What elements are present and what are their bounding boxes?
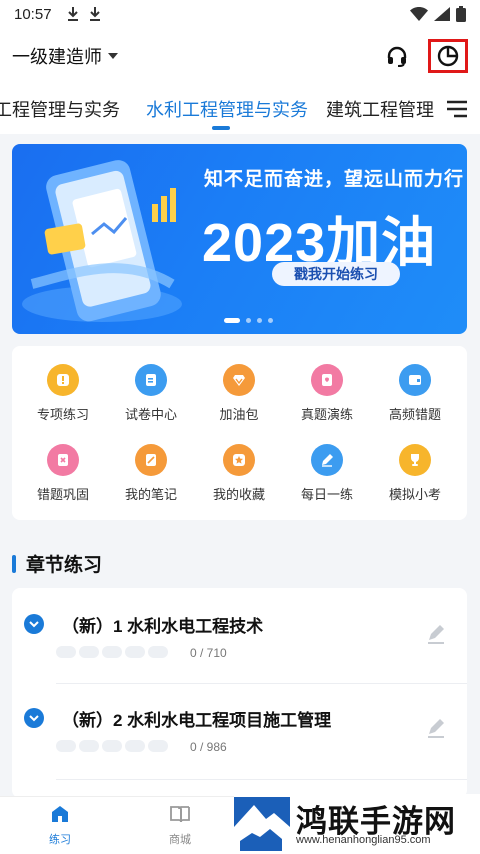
feature-label: 每日一练 — [300, 487, 353, 502]
feature-label: 加油包 — [219, 407, 259, 422]
statistics-button[interactable] — [428, 39, 468, 73]
watermark-url: www.henanhonglian95.com — [296, 834, 431, 846]
download-icon — [89, 7, 100, 21]
promo-banner[interactable]: 知不足而奋进，望远山而力行 2023加油 戳我开始练习 — [12, 144, 467, 334]
app-header: 一级建造师 — [0, 28, 480, 84]
tab-engineering-management[interactable]: 工程管理与实务 — [0, 96, 120, 122]
chapter-progress-count: 0 / 710 — [190, 646, 227, 660]
carousel-dot — [268, 318, 273, 323]
watermark: 鸿联手游网 www.henanhonglian95.com — [234, 794, 480, 854]
chapter-title: （新）2 水利水电工程项目施工管理 — [62, 711, 332, 730]
tabs-menu-button[interactable] — [434, 84, 480, 134]
tab-water-conservancy[interactable]: 水利工程管理与实务 — [146, 96, 308, 122]
carousel-indicator — [224, 318, 273, 323]
chapter-item[interactable]: （新）1 水利水电工程技术 0 / 710 — [12, 588, 467, 684]
chevron-down-icon[interactable] — [108, 53, 118, 59]
feature-grid: 专项练习 试卷中心 加油包 真题演练 高频错题 错题巩固 我的笔记 我的收藏 每… — [12, 346, 467, 520]
nav-practice[interactable]: 练习 — [30, 803, 90, 847]
feature-paper-center[interactable]: 试卷中心 — [107, 364, 195, 423]
chevron-down-icon[interactable] — [24, 614, 44, 634]
banner-slogan: 知不足而奋进，望远山而力行 — [204, 169, 465, 190]
feature-label: 模拟小考 — [388, 487, 441, 502]
daily-practice-icon — [311, 444, 343, 476]
battery-icon — [456, 6, 466, 22]
edit-icon[interactable] — [425, 624, 447, 646]
chapter-progress-bar — [56, 646, 168, 658]
feature-label: 高频错题 — [388, 407, 441, 422]
nav-label: 商城 — [169, 834, 191, 846]
favorites-icon — [223, 444, 255, 476]
chapter-progress-bar — [56, 740, 168, 752]
divider — [56, 779, 467, 780]
feature-label: 错题巩固 — [36, 487, 89, 502]
mistake-review-icon — [47, 444, 79, 476]
chapter-list: （新）1 水利水电工程技术 0 / 710 （新）2 水利水电工程项目施工管理 … — [12, 588, 467, 798]
carousel-dot — [224, 318, 240, 323]
feature-mistake-review[interactable]: 错题巩固 — [19, 444, 107, 503]
chapter-progress-count: 0 / 986 — [190, 740, 227, 754]
section-header: 章节练习 — [12, 550, 102, 577]
feature-mock-exam[interactable]: 模拟小考 — [371, 444, 459, 503]
feature-daily-practice[interactable]: 每日一练 — [283, 444, 371, 503]
feature-my-notes[interactable]: 我的笔记 — [107, 444, 195, 503]
exam-selector[interactable]: 一级建造师 — [12, 43, 102, 69]
chapter-title: （新）1 水利水电工程技术 — [62, 617, 264, 636]
special-practice-icon — [47, 364, 79, 396]
boost-pack-icon — [223, 364, 255, 396]
carousel-dot — [257, 318, 262, 323]
section-accent-bar — [12, 554, 16, 573]
feature-label: 专项练习 — [36, 407, 89, 422]
nav-store[interactable]: 商城 — [150, 803, 210, 847]
feature-label: 真题演练 — [300, 407, 353, 422]
status-time: 10:57 — [14, 5, 52, 23]
chevron-down-icon[interactable] — [24, 708, 44, 728]
feature-boost-pack[interactable]: 加油包 — [195, 364, 283, 423]
watermark-logo — [234, 797, 290, 851]
home-icon — [52, 806, 68, 822]
menu-icon — [447, 100, 467, 118]
customer-service-button[interactable] — [382, 41, 412, 71]
headset-icon — [387, 46, 407, 67]
feature-my-favorites[interactable]: 我的收藏 — [195, 444, 283, 503]
section-title: 章节练习 — [26, 555, 103, 576]
wifi-icon — [410, 7, 428, 21]
feature-label: 我的笔记 — [124, 487, 177, 502]
start-practice-button[interactable]: 戳我开始练习 — [272, 262, 400, 286]
mock-exam-icon — [399, 444, 431, 476]
chapter-item[interactable]: （新）2 水利水电工程项目施工管理 0 / 986 — [12, 684, 467, 780]
carousel-dot — [246, 318, 251, 323]
edit-icon[interactable] — [425, 718, 447, 740]
active-tab-indicator — [212, 126, 230, 130]
book-icon — [170, 806, 190, 823]
status-bar: 10:57 — [0, 0, 480, 28]
pie-chart-icon — [437, 45, 459, 67]
download-icon — [67, 7, 78, 21]
frequent-mistakes-icon — [399, 364, 431, 396]
feature-past-exam[interactable]: 真题演练 — [283, 364, 371, 423]
subject-tabs: 工程管理与实务 水利工程管理与实务 建筑工程管理与 — [0, 84, 480, 134]
past-exam-icon — [311, 364, 343, 396]
notes-icon — [135, 444, 167, 476]
feature-special-practice[interactable]: 专项练习 — [19, 364, 107, 423]
feature-label: 试卷中心 — [124, 407, 177, 422]
signal-icon — [434, 7, 450, 21]
nav-label: 练习 — [49, 834, 71, 846]
paper-center-icon — [135, 364, 167, 396]
feature-label: 我的收藏 — [212, 487, 265, 502]
feature-frequent-mistakes[interactable]: 高频错题 — [371, 364, 459, 423]
phone-illustration — [22, 160, 182, 322]
